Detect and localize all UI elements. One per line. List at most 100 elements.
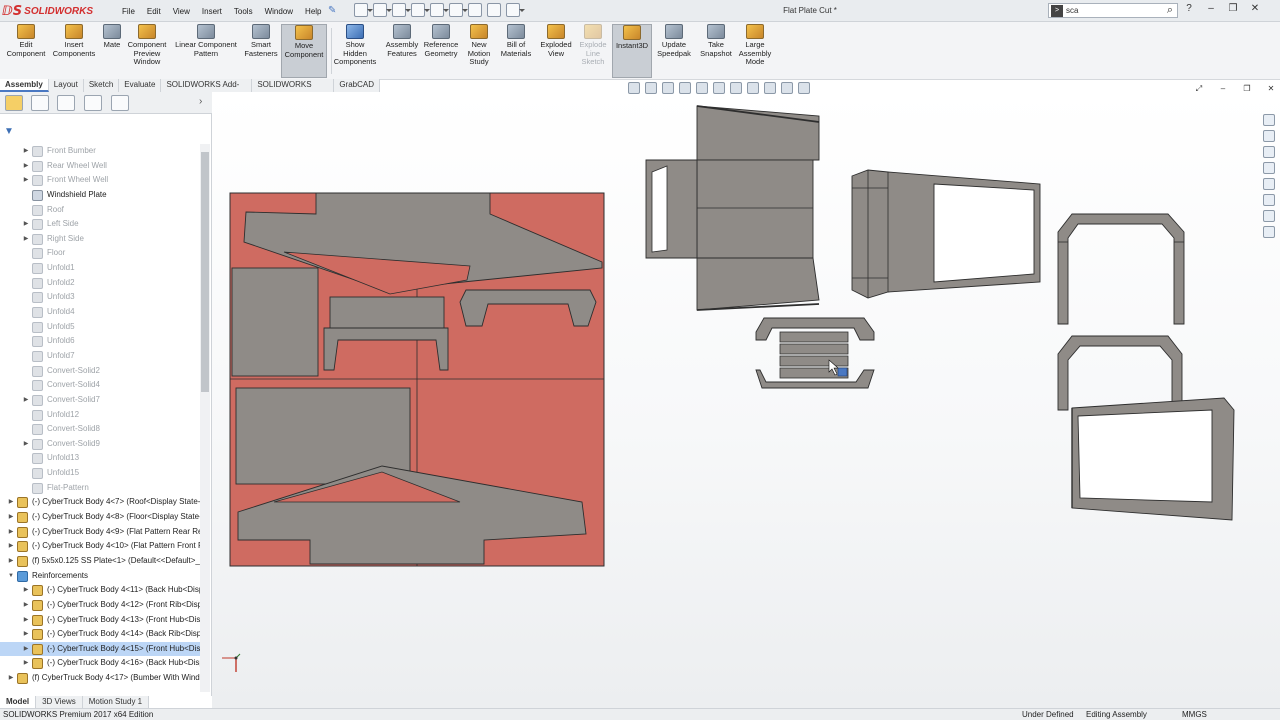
help-icon[interactable]: ?	[1182, 3, 1196, 14]
tree-item[interactable]: Unfold7	[0, 349, 200, 364]
edit-appearance-icon[interactable]	[764, 82, 776, 94]
tree-item[interactable]: ▶ (-) CyberTruck Body 4<8> (Floor<Display…	[0, 510, 200, 525]
view-settings-icon[interactable]	[798, 82, 810, 94]
instant3d-button[interactable]: Instant3D	[612, 24, 652, 78]
large-assembly-mode-button[interactable]: Large Assembly Mode	[736, 24, 774, 78]
configuration-manager-tab-icon[interactable]	[57, 95, 75, 111]
tree-item[interactable]: ▶ Front Wheel Well	[0, 173, 200, 188]
tab-grabcad[interactable]: GrabCAD	[334, 79, 380, 92]
tree-item[interactable]: ▼ Reinforcements	[0, 569, 200, 584]
previous-view-icon[interactable]	[662, 82, 674, 94]
apply-scene-icon[interactable]	[781, 82, 793, 94]
tree-item[interactable]: ▶ Rear Wheel Well	[0, 159, 200, 174]
select-icon[interactable]	[449, 3, 468, 17]
expand-arrow-icon[interactable]: ▶	[22, 583, 30, 598]
menu-window[interactable]: Window	[259, 7, 299, 16]
tree-item[interactable]: Roof	[0, 203, 200, 218]
tree-item[interactable]: ▶ Convert-Solid9	[0, 437, 200, 452]
expand-arrow-icon[interactable]: ▶	[22, 144, 30, 159]
file-explorer-icon[interactable]	[1263, 146, 1275, 158]
tree-scrollbar[interactable]	[200, 144, 210, 692]
menu-file[interactable]: File	[116, 7, 141, 16]
pin-icon[interactable]: ✎	[328, 5, 336, 16]
new-document-icon[interactable]	[354, 3, 373, 17]
tree-item[interactable]: ▶ Right Side	[0, 232, 200, 247]
viewport-minimize-icon[interactable]: –	[1216, 84, 1230, 94]
tree-item[interactable]: ▶ (-) CyberTruck Body 4<14> (Back Rib<Dis…	[0, 627, 200, 642]
zoom-to-area-icon[interactable]	[645, 82, 657, 94]
design-library-icon[interactable]	[1263, 130, 1275, 142]
front-hub-frame-part[interactable]	[1057, 335, 1235, 521]
restore-icon[interactable]: ❐	[1226, 3, 1240, 14]
expand-arrow-icon[interactable]: ▶	[7, 495, 15, 510]
expand-arrow-icon[interactable]: ▶	[22, 627, 30, 642]
tree-item[interactable]: ▶ (f) CyberTruck Body 4<17> (Bumber With …	[0, 671, 200, 686]
close-icon[interactable]: ✕	[1248, 3, 1262, 14]
rear-hub-frame-part[interactable]	[1057, 213, 1185, 325]
insert-components-button[interactable]: Insert Components	[50, 24, 98, 78]
tree-item[interactable]: Unfold13	[0, 451, 200, 466]
view-palette-icon[interactable]	[1263, 162, 1275, 174]
options-gear-icon[interactable]	[506, 3, 525, 17]
expand-arrow-icon[interactable]: ▶	[22, 232, 30, 247]
linear-component-pattern-button[interactable]: Linear Component Pattern	[172, 24, 240, 78]
view-orientation-icon[interactable]	[713, 82, 725, 94]
section-view-icon[interactable]	[679, 82, 691, 94]
tab-model[interactable]: Model	[0, 696, 37, 708]
explode-line-sketch-button[interactable]: Explode Line Sketch	[576, 24, 610, 78]
edit-component-button[interactable]: Edit Component	[3, 24, 49, 78]
tree-item[interactable]: Floor	[0, 246, 200, 261]
property-manager-tab-icon[interactable]	[31, 95, 49, 111]
graphics-area[interactable]	[212, 92, 1280, 708]
dimxpert-tab-icon[interactable]	[84, 95, 102, 111]
reference-geometry-button[interactable]: Reference Geometry	[421, 24, 461, 78]
tree-item[interactable]: Flat-Pattern	[0, 481, 200, 496]
component-preview-window-button[interactable]: Component Preview Window	[124, 24, 170, 78]
smart-fasteners-button[interactable]: Smart Fasteners	[242, 24, 280, 78]
chevron-right-icon[interactable]: ›	[199, 96, 202, 107]
bill-of-materials-button[interactable]: Bill of Materials	[498, 24, 534, 78]
expand-arrow-icon[interactable]: ▶	[22, 656, 30, 671]
reinforcement-ribs-part[interactable]	[755, 317, 875, 389]
expand-arrow-icon[interactable]: ▶	[22, 613, 30, 628]
tree-item[interactable]: ▶ (-) CyberTruck Body 4<10> (Flat Pattern…	[0, 539, 200, 554]
expand-arrow-icon[interactable]: ▶	[22, 393, 30, 408]
expand-arrow-icon[interactable]: ▶	[22, 437, 30, 452]
tree-item[interactable]: Unfold6	[0, 334, 200, 349]
tab-3d-views[interactable]: 3D Views	[36, 696, 83, 708]
tree-item[interactable]: Convert-Solid8	[0, 422, 200, 437]
expand-arrow-icon[interactable]: ▶	[7, 525, 15, 540]
dynamic-annotation-icon[interactable]	[696, 82, 708, 94]
tree-item[interactable]: Unfold15	[0, 466, 200, 481]
tree-item[interactable]: ▶ (-) CyberTruck Body 4<11> (Back Hub<Dis…	[0, 583, 200, 598]
status-units[interactable]: MMGS	[1182, 710, 1207, 719]
viewport-maximize-icon[interactable]: ⤢	[1192, 84, 1206, 94]
exploded-view-button[interactable]: Exploded View	[538, 24, 574, 78]
minimize-icon[interactable]: –	[1204, 3, 1218, 14]
update-speedpak-button[interactable]: Update Speedpak	[655, 24, 693, 78]
undo-icon[interactable]	[430, 3, 449, 17]
graphics-canvas[interactable]	[212, 92, 1280, 708]
viewport-close-icon[interactable]: ✕	[1264, 84, 1278, 94]
menu-insert[interactable]: Insert	[196, 7, 228, 16]
appearances-icon[interactable]	[1263, 178, 1275, 190]
feature-manager-tab-icon[interactable]	[5, 95, 23, 111]
tree-item[interactable]: Convert-Solid2	[0, 364, 200, 379]
tab-evaluate[interactable]: Evaluate	[119, 79, 162, 92]
tree-item[interactable]: ▶ (-) CyberTruck Body 4<16> (Back Hub<Dis…	[0, 656, 200, 671]
tree-item[interactable]: Unfold5	[0, 320, 200, 335]
flat-plate[interactable]	[229, 192, 605, 567]
windshield-plate-assembly[interactable]	[645, 105, 820, 311]
display-manager-tab-icon[interactable]	[111, 95, 129, 111]
open-icon[interactable]	[373, 3, 392, 17]
take-snapshot-button[interactable]: Take Snapshot	[698, 24, 734, 78]
tree-item[interactable]: ▶ Front Bumber	[0, 144, 200, 159]
assembly-features-button[interactable]: Assembly Features	[383, 24, 421, 78]
search-input[interactable]: sca	[1066, 6, 1163, 15]
display-style-icon[interactable]	[730, 82, 742, 94]
menu-help[interactable]: Help	[299, 7, 327, 16]
tab-assembly[interactable]: Assembly	[0, 79, 49, 92]
expand-arrow-icon[interactable]: ▼	[7, 569, 15, 584]
expand-arrow-icon[interactable]: ▶	[22, 173, 30, 188]
show-hidden-components-button[interactable]: Show Hidden Components	[333, 24, 377, 78]
